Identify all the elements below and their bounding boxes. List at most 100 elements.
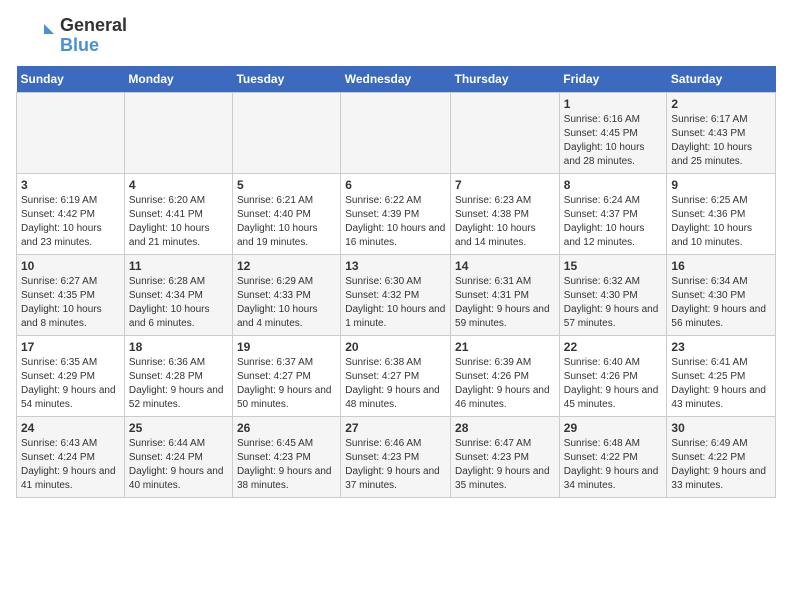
calendar-cell: 1 Sunrise: 6:16 AM Sunset: 4:45 PM Daylig… (559, 93, 667, 174)
calendar-week-row-5: 24 Sunrise: 6:43 AM Sunset: 4:24 PM Dayli… (17, 417, 776, 498)
logo-text-general: General (60, 16, 127, 36)
day-number: 5 (237, 178, 336, 192)
day-info: Sunrise: 6:35 AM Sunset: 4:29 PM Dayligh… (21, 356, 120, 412)
day-info: Sunrise: 6:49 AM Sunset: 4:22 PM Dayligh… (671, 437, 771, 493)
calendar-cell: 6 Sunrise: 6:22 AM Sunset: 4:39 PM Daylig… (341, 174, 451, 255)
calendar-cell: 26 Sunrise: 6:45 AM Sunset: 4:23 PM Dayli… (232, 417, 340, 498)
day-info: Sunrise: 6:48 AM Sunset: 4:22 PM Dayligh… (564, 437, 663, 493)
day-number: 14 (455, 259, 555, 273)
day-info: Sunrise: 6:43 AM Sunset: 4:24 PM Dayligh… (21, 437, 120, 493)
day-info: Sunrise: 6:38 AM Sunset: 4:27 PM Dayligh… (345, 356, 446, 412)
calendar-cell: 17Sunrise: 6:35 AM Sunset: 4:29 PM Dayli… (17, 336, 125, 417)
calendar-cell: 19 Sunrise: 6:37 AM Sunset: 4:27 PM Dayli… (232, 336, 340, 417)
calendar-cell: 9 Sunrise: 6:25 AM Sunset: 4:36 PM Daylig… (667, 174, 776, 255)
day-info: Sunrise: 6:22 AM Sunset: 4:39 PM Dayligh… (345, 194, 446, 250)
calendar-cell: 27Sunrise: 6:46 AM Sunset: 4:23 PM Dayli… (341, 417, 451, 498)
calendar-cell: 30 Sunrise: 6:49 AM Sunset: 4:22 PM Dayli… (667, 417, 776, 498)
weekday-header-saturday: Saturday (667, 66, 776, 93)
day-number: 8 (564, 178, 663, 192)
day-info: Sunrise: 6:45 AM Sunset: 4:23 PM Dayligh… (237, 437, 336, 493)
day-number: 7 (455, 178, 555, 192)
weekday-header-tuesday: Tuesday (232, 66, 340, 93)
logo-svg (16, 16, 56, 56)
day-number: 1 (564, 97, 663, 111)
weekday-header-friday: Friday (559, 66, 667, 93)
day-info: Sunrise: 6:34 AM Sunset: 4:30 PM Dayligh… (671, 275, 771, 331)
calendar-cell: 12 Sunrise: 6:29 AM Sunset: 4:33 PM Dayli… (232, 255, 340, 336)
calendar-cell: 8Sunrise: 6:24 AM Sunset: 4:37 PM Daylig… (559, 174, 667, 255)
calendar-week-row-1: 1 Sunrise: 6:16 AM Sunset: 4:45 PM Daylig… (17, 93, 776, 174)
calendar-cell: 24 Sunrise: 6:43 AM Sunset: 4:24 PM Dayli… (17, 417, 125, 498)
day-info: Sunrise: 6:23 AM Sunset: 4:38 PM Dayligh… (455, 194, 555, 250)
day-number: 26 (237, 421, 336, 435)
calendar-table: SundayMondayTuesdayWednesdayThursdayFrid… (16, 66, 776, 498)
day-number: 20 (345, 340, 446, 354)
calendar-cell: 18 Sunrise: 6:36 AM Sunset: 4:28 PM Dayli… (124, 336, 232, 417)
day-number: 22 (564, 340, 663, 354)
day-number: 19 (237, 340, 336, 354)
calendar-cell: 20 Sunrise: 6:38 AM Sunset: 4:27 PM Dayli… (341, 336, 451, 417)
calendar-week-row-2: 3 Sunrise: 6:19 AM Sunset: 4:42 PM Daylig… (17, 174, 776, 255)
logo-text-blue: Blue (60, 36, 127, 56)
day-info: Sunrise: 6:39 AM Sunset: 4:26 PM Dayligh… (455, 356, 555, 412)
day-info: Sunrise: 6:25 AM Sunset: 4:36 PM Dayligh… (671, 194, 771, 250)
logo-text-block: GeneralBlue (60, 16, 127, 56)
day-info: Sunrise: 6:27 AM Sunset: 4:35 PM Dayligh… (21, 275, 120, 331)
calendar-cell: 10Sunrise: 6:27 AM Sunset: 4:35 PM Dayli… (17, 255, 125, 336)
day-number: 21 (455, 340, 555, 354)
day-info: Sunrise: 6:16 AM Sunset: 4:45 PM Dayligh… (564, 113, 663, 169)
day-info: Sunrise: 6:46 AM Sunset: 4:23 PM Dayligh… (345, 437, 446, 493)
day-number: 2 (671, 97, 771, 111)
calendar-cell (232, 93, 340, 174)
day-number: 9 (671, 178, 771, 192)
calendar-cell: 14 Sunrise: 6:31 AM Sunset: 4:31 PM Dayli… (451, 255, 560, 336)
day-number: 16 (671, 259, 771, 273)
day-info: Sunrise: 6:17 AM Sunset: 4:43 PM Dayligh… (671, 113, 771, 169)
calendar-cell: 25 Sunrise: 6:44 AM Sunset: 4:24 PM Dayli… (124, 417, 232, 498)
day-number: 25 (129, 421, 228, 435)
day-number: 13 (345, 259, 446, 273)
day-info: Sunrise: 6:32 AM Sunset: 4:30 PM Dayligh… (564, 275, 663, 331)
day-number: 24 (21, 421, 120, 435)
calendar-cell (124, 93, 232, 174)
calendar-cell (341, 93, 451, 174)
day-info: Sunrise: 6:29 AM Sunset: 4:33 PM Dayligh… (237, 275, 336, 331)
logo: GeneralBlue (16, 16, 127, 56)
day-number: 18 (129, 340, 228, 354)
day-info: Sunrise: 6:40 AM Sunset: 4:26 PM Dayligh… (564, 356, 663, 412)
weekday-header-thursday: Thursday (451, 66, 560, 93)
calendar-cell: 23Sunrise: 6:41 AM Sunset: 4:25 PM Dayli… (667, 336, 776, 417)
day-number: 30 (671, 421, 771, 435)
day-info: Sunrise: 6:37 AM Sunset: 4:27 PM Dayligh… (237, 356, 336, 412)
day-info: Sunrise: 6:47 AM Sunset: 4:23 PM Dayligh… (455, 437, 555, 493)
calendar-cell: 29 Sunrise: 6:48 AM Sunset: 4:22 PM Dayli… (559, 417, 667, 498)
day-number: 15 (564, 259, 663, 273)
day-info: Sunrise: 6:30 AM Sunset: 4:32 PM Dayligh… (345, 275, 446, 331)
day-number: 28 (455, 421, 555, 435)
calendar-cell: 15 Sunrise: 6:32 AM Sunset: 4:30 PM Dayli… (559, 255, 667, 336)
calendar-cell (451, 93, 560, 174)
day-number: 4 (129, 178, 228, 192)
calendar-cell: 4 Sunrise: 6:20 AM Sunset: 4:41 PM Daylig… (124, 174, 232, 255)
day-number: 6 (345, 178, 446, 192)
calendar-cell (17, 93, 125, 174)
day-number: 3 (21, 178, 120, 192)
calendar-week-row-3: 10Sunrise: 6:27 AM Sunset: 4:35 PM Dayli… (17, 255, 776, 336)
day-info: Sunrise: 6:31 AM Sunset: 4:31 PM Dayligh… (455, 275, 555, 331)
day-info: Sunrise: 6:44 AM Sunset: 4:24 PM Dayligh… (129, 437, 228, 493)
day-info: Sunrise: 6:20 AM Sunset: 4:41 PM Dayligh… (129, 194, 228, 250)
calendar-header-row: SundayMondayTuesdayWednesdayThursdayFrid… (17, 66, 776, 93)
weekday-header-sunday: Sunday (17, 66, 125, 93)
day-info: Sunrise: 6:36 AM Sunset: 4:28 PM Dayligh… (129, 356, 228, 412)
day-number: 29 (564, 421, 663, 435)
day-info: Sunrise: 6:19 AM Sunset: 4:42 PM Dayligh… (21, 194, 120, 250)
weekday-header-monday: Monday (124, 66, 232, 93)
calendar-cell: 16 Sunrise: 6:34 AM Sunset: 4:30 PM Dayli… (667, 255, 776, 336)
calendar-cell: 2 Sunrise: 6:17 AM Sunset: 4:43 PM Daylig… (667, 93, 776, 174)
day-number: 12 (237, 259, 336, 273)
calendar-cell: 13 Sunrise: 6:30 AM Sunset: 4:32 PM Dayli… (341, 255, 451, 336)
calendar-cell: 11Sunrise: 6:28 AM Sunset: 4:34 PM Dayli… (124, 255, 232, 336)
day-info: Sunrise: 6:21 AM Sunset: 4:40 PM Dayligh… (237, 194, 336, 250)
day-info: Sunrise: 6:41 AM Sunset: 4:25 PM Dayligh… (671, 356, 771, 412)
day-number: 11 (129, 259, 228, 273)
